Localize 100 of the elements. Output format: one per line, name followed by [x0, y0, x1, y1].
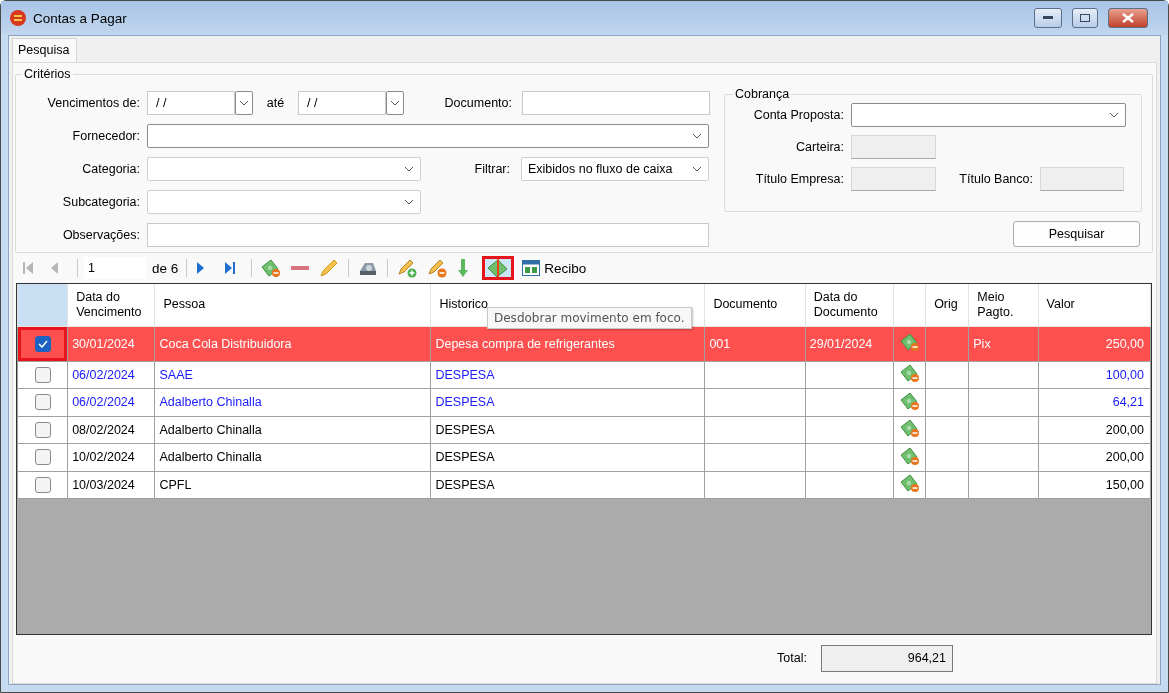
check-icon — [37, 339, 48, 348]
close-button[interactable] — [1108, 8, 1148, 28]
date-cell: 10/03/2024 — [67, 471, 155, 499]
checkbox[interactable] — [34, 394, 51, 411]
column-header[interactable]: Documento — [704, 284, 806, 326]
group-title: Cobrança — [734, 87, 791, 101]
date-cell: 08/02/2024 — [67, 416, 155, 444]
chevron-down-icon — [404, 199, 414, 205]
amount-cell: 64,21 — [1038, 388, 1151, 416]
close-icon — [1122, 13, 1134, 23]
down-arrow-icon — [457, 258, 470, 278]
description-cell: DESPESA — [430, 471, 705, 499]
chevron-down-icon — [692, 166, 702, 172]
field-label: Subcategoria: — [61, 195, 141, 209]
supplier-dropdown[interactable] — [147, 124, 709, 148]
description-cell: DESPESA — [430, 443, 705, 471]
document-field[interactable] — [522, 91, 710, 115]
field-label: Título Empresa: — [754, 172, 845, 186]
next-page-icon — [196, 261, 206, 275]
column-header[interactable]: Data do Documento — [805, 284, 894, 326]
field-label: Fornecedor: — [71, 129, 141, 143]
page-field[interactable]: 1 — [84, 257, 146, 279]
total-label: Total: — [777, 651, 807, 665]
date-field[interactable]: / / — [298, 91, 386, 115]
group-title: Critérios — [23, 67, 72, 81]
app-logo-icon — [9, 9, 27, 27]
maximize-button[interactable] — [1072, 8, 1098, 28]
date-cell: 29/01/2024 — [805, 326, 894, 361]
bank-title-field[interactable] — [1040, 167, 1124, 191]
field-label: Filtrar: — [473, 162, 511, 176]
amount-cell: 200,00 — [1038, 443, 1151, 471]
money-minus-icon — [899, 332, 920, 352]
chevron-down-icon — [1109, 112, 1119, 118]
chevron-down-icon — [239, 100, 249, 106]
chevron-down-icon — [404, 166, 414, 172]
person-cell: Adalberto Chinalla — [154, 443, 431, 471]
account-dropdown[interactable] — [851, 103, 1126, 127]
first-page-icon — [22, 261, 34, 275]
company-title-field[interactable] — [851, 167, 936, 191]
total-field: 964,21 — [821, 644, 953, 672]
checkbox[interactable] — [34, 335, 51, 352]
date-field[interactable]: / / — [147, 91, 235, 115]
minimize-button[interactable] — [1034, 8, 1062, 28]
split-money-icon — [487, 258, 510, 278]
date-cell: 10/02/2024 — [67, 443, 155, 471]
tooltip: Desdobrar movimento em foco. — [487, 307, 692, 329]
checkbox[interactable] — [34, 421, 51, 438]
date-cell: 30/01/2024 — [67, 326, 155, 361]
window-title: Contas a Pagar — [33, 10, 128, 26]
column-header[interactable]: Valor — [1038, 284, 1151, 326]
date-cell: 06/02/2024 — [67, 388, 155, 416]
amount-cell: 100,00 — [1038, 361, 1151, 389]
notes-field[interactable] — [147, 223, 709, 247]
field-label: Carteira: — [795, 140, 845, 154]
amount-cell: 200,00 — [1038, 416, 1151, 444]
receipt-button[interactable]: Recibo — [518, 256, 591, 280]
pencil-icon — [319, 258, 340, 278]
table-row[interactable]: 06/02/2024 SAAE DESPESA 100,00 — [17, 361, 1151, 389]
chevron-down-icon — [692, 133, 702, 139]
pencil-plus-icon — [397, 258, 418, 278]
column-header[interactable]: Meio Pagto. — [968, 284, 1038, 326]
amount-cell: 250,00 — [1038, 326, 1151, 361]
field-label: Vencimentos de: — [46, 96, 141, 110]
field-label: até — [265, 96, 286, 110]
money-minus-icon — [899, 445, 920, 466]
toolbar-button[interactable] — [482, 256, 515, 280]
column-header[interactable]: Data do Vencimento — [67, 284, 155, 326]
table-row[interactable]: 08/02/2024 Adalberto Chinalla DESPESA 200,00 — [17, 416, 1151, 444]
field-label: Título Banco: — [958, 172, 1034, 186]
table-row[interactable]: 10/02/2024 Adalberto Chinalla DESPESA 200,00 — [17, 443, 1151, 471]
field-label: Categoria: — [81, 162, 141, 176]
document-cell: 001 — [704, 326, 806, 361]
pencil-minus-icon — [427, 258, 448, 278]
date-cell: 06/02/2024 — [67, 361, 155, 389]
header-cell — [17, 284, 68, 326]
payment-cell: Pix — [968, 326, 1038, 361]
dropdown-button[interactable] — [386, 91, 404, 115]
filter-dropdown[interactable]: Exibidos no fluxo de caixa — [521, 157, 709, 181]
person-cell: Coca Cola Distribuidora — [154, 326, 431, 361]
minimize-icon — [1043, 16, 1053, 20]
table-row[interactable]: 10/03/2024 CPFL DESPESA 150,00 — [17, 471, 1151, 499]
field-label: Observações: — [61, 228, 141, 242]
description-cell: DESPESA — [430, 416, 705, 444]
column-header[interactable]: Pessoa — [154, 284, 431, 326]
tab[interactable]: Pesquisa — [12, 38, 78, 62]
money-minus-icon — [899, 473, 920, 494]
money-minus-icon — [899, 418, 920, 439]
person-cell: SAAE — [154, 361, 431, 389]
description-cell: DESPESA — [430, 388, 705, 416]
checkbox[interactable] — [34, 449, 51, 466]
last-page-icon — [224, 261, 237, 275]
previous-page-icon — [50, 261, 59, 275]
wallet-field[interactable] — [851, 135, 936, 159]
checkbox[interactable] — [34, 366, 51, 383]
dropdown-button[interactable] — [235, 91, 253, 115]
field-label: Conta Proposta: — [752, 108, 845, 122]
column-header[interactable]: Orig — [925, 284, 969, 326]
search-button[interactable]: Pesquisar — [1013, 221, 1140, 247]
table-row[interactable]: 06/02/2024 Adalberto Chinalla DESPESA 64,21 — [17, 388, 1151, 416]
checkbox[interactable] — [34, 476, 51, 493]
